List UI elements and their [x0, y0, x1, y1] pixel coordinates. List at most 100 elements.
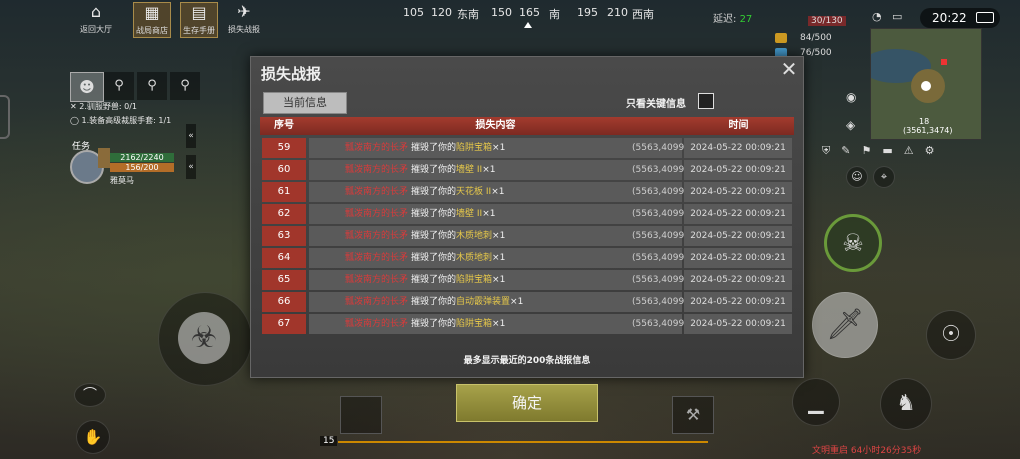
- destroyed-item: 木质地刺: [456, 253, 493, 263]
- loss-report-button[interactable]: ✈ 损失战报: [226, 2, 262, 36]
- player-icon: ☻: [79, 78, 95, 96]
- table-row[interactable]: 59 瓢泼南方的长矛 摧毁了你的陷阱宝箱×1 (5563,4099) 2024-05-2…: [260, 138, 794, 158]
- team-slot-3[interactable]: ⚲: [137, 72, 167, 100]
- latency-label: 延迟:: [713, 14, 737, 25]
- season-restart-timer: 文明重启 64小时26分35秒: [812, 446, 922, 456]
- survival-handbook-button[interactable]: ▤ 生存手册: [180, 2, 218, 38]
- player-name: 雅莫马: [110, 176, 134, 185]
- hp-bar: 2162/2240: [110, 153, 174, 162]
- loss-verb: 摧毁了你的: [411, 231, 457, 241]
- loss-verb: 摧毁了你的: [411, 297, 457, 307]
- table-row[interactable]: 67 瓢泼南方的长矛 摧毁了你的陷阱宝箱×1 (5563,4099) 2024-05-2…: [260, 314, 794, 334]
- compass-marker-icon: [524, 22, 532, 28]
- melee-attack-button[interactable]: 🗡: [812, 292, 878, 358]
- tools-icon[interactable]: ⚒: [672, 396, 714, 434]
- stamina-bar: 156/200: [110, 163, 174, 172]
- tab-current-info[interactable]: 当前信息: [263, 92, 347, 114]
- team-slot-self[interactable]: ☻: [70, 72, 104, 102]
- wifi-icon: ◔: [872, 10, 882, 23]
- loss-description: 摧毁了你的陷阱宝箱×1: [411, 270, 505, 290]
- player-position-icon: [921, 81, 931, 91]
- loss-description: 摧毁了你的陷阱宝箱×1: [411, 138, 505, 158]
- compass-tick: 南: [549, 8, 560, 21]
- biohazard-icon[interactable]: ☣: [178, 312, 230, 364]
- return-lobby-button[interactable]: ⌂ 返回大厅: [78, 2, 114, 36]
- quest-item[interactable]: ◯ 1.装备高级裁服手套: 1/1: [70, 114, 171, 128]
- destroyed-item: 陷阱宝箱: [456, 319, 493, 329]
- quick-tool-row[interactable]: ⛨✎⚑▬⚠⚙: [822, 144, 972, 158]
- emote-icon[interactable]: ✋: [76, 420, 110, 454]
- attacker-name: 瓢泼南方的长矛: [345, 231, 409, 241]
- attacker-name: 瓢泼南方的长矛: [345, 275, 409, 285]
- compass-tick: 150: [491, 6, 512, 19]
- table-row[interactable]: 60 瓢泼南方的长矛 摧毁了你的墙壁 II×1 (5563,4099) 2024-05-…: [260, 160, 794, 180]
- hotbar-slot[interactable]: [340, 396, 382, 434]
- report-limit-note: 最多显示最近的200条战报信息: [463, 356, 591, 366]
- row-number: 63: [262, 226, 306, 246]
- loss-description: 摧毁了你的陷阱宝箱×1: [411, 314, 505, 334]
- table-row[interactable]: 62 瓢泼南方的长矛 摧毁了你的墙壁 II×1 (5563,4099) 2024-05-…: [260, 204, 794, 224]
- compass-bar: 105 120 东南 150 165 南 195 210 西南: [395, 4, 685, 26]
- battle-shop-button[interactable]: ▦ 战局商店: [133, 2, 171, 38]
- loss-coordinates: (5563,4099): [632, 297, 688, 307]
- report-icon: ✈: [237, 2, 251, 21]
- prone-button[interactable]: ▁: [792, 378, 840, 426]
- crouch-action-button[interactable]: ☠: [824, 214, 882, 272]
- item-count: ×1: [492, 275, 506, 285]
- loss-content: 瓢泼南方的长矛 摧毁了你的木质地刺×1 (5563,4099): [309, 226, 688, 246]
- food-icon: [775, 33, 787, 43]
- loss-coordinates: (5563,4099): [632, 187, 688, 197]
- food-value: 84/500: [800, 33, 832, 43]
- loss-report-dialog: 损失战报 ✕ 当前信息 只看关键信息 序号 损失内容 时间 59 瓢泼南方的长矛摧…: [250, 56, 804, 378]
- team-slot-4[interactable]: ⚲: [170, 72, 200, 100]
- whistle-icon[interactable]: ⌒: [74, 383, 106, 407]
- table-row[interactable]: 66 瓢泼南方的长矛 摧毁了你的自动霰弹装置×1 (5563,4099) 2024-05…: [260, 292, 794, 312]
- run-mode-icon[interactable]: ☺: [846, 166, 868, 188]
- confirm-button[interactable]: 确定: [456, 384, 598, 422]
- table-row[interactable]: 61 瓢泼南方的长矛 摧毁了你的天花板 II×1 (5563,4099) 2024-05…: [260, 182, 794, 202]
- add-member-icon: ⚲: [180, 78, 190, 93]
- key-info-only-checkbox[interactable]: [698, 93, 714, 109]
- loss-time: 2024-05-22 00:09:21: [684, 248, 792, 268]
- latency-value: 27: [739, 14, 753, 25]
- device-edge: [0, 95, 10, 139]
- loss-verb: 摧毁了你的: [411, 209, 457, 219]
- quest-text: 1.装备高级裁服手套: 1/1: [81, 116, 172, 125]
- loss-time: 2024-05-22 00:09:21: [684, 226, 792, 246]
- loss-coordinates: (5563,4099): [632, 165, 688, 175]
- collapse-arrow-icon[interactable]: «: [186, 124, 196, 148]
- quest-list[interactable]: ✕ 2.驯服野兽: 0/1 ◯ 1.装备高级裁服手套: 1/1: [70, 100, 171, 128]
- loss-time: 2024-05-22 00:09:21: [684, 138, 792, 158]
- loss-verb: 摧毁了你的: [411, 253, 457, 263]
- loss-coordinates: (5563,4099): [632, 209, 688, 219]
- loss-time: 2024-05-22 00:09:21: [684, 314, 792, 334]
- speaker-icon[interactable]: ◈: [846, 118, 855, 132]
- item-count: ×1: [491, 187, 505, 197]
- table-row[interactable]: 63 瓢泼南方的长矛 摧毁了你的木质地刺×1 (5563,4099) 2024-05-2…: [260, 226, 794, 246]
- experience-bar: [338, 441, 708, 443]
- attacker-name: 瓢泼南方的长矛: [345, 187, 409, 197]
- quest-item[interactable]: ✕ 2.驯服野兽: 0/1: [70, 100, 171, 114]
- compass-tick: 210: [607, 6, 628, 19]
- loss-content: 瓢泼南方的长矛 摧毁了你的天花板 II×1 (5563,4099): [309, 182, 688, 202]
- row-number: 65: [262, 270, 306, 290]
- jump-button[interactable]: ☉: [926, 310, 976, 360]
- row-number: 60: [262, 160, 306, 180]
- destroyed-item: 墙壁 II: [456, 165, 483, 175]
- report-table[interactable]: 59 瓢泼南方的长矛 摧毁了你的陷阱宝箱×1 (5563,4099) 2024-05-2…: [260, 138, 794, 338]
- location-icon[interactable]: ⌖: [873, 166, 895, 188]
- loss-coordinates: (5563,4099): [632, 275, 688, 285]
- equipment-slot-icon[interactable]: [98, 148, 110, 168]
- team-slot-2[interactable]: ⚲: [104, 72, 134, 100]
- microphone-icon[interactable]: ◉: [846, 90, 856, 104]
- attacker-name: 瓢泼南方的长矛: [345, 297, 409, 307]
- collapse-arrow-icon[interactable]: «: [186, 155, 196, 179]
- minimap[interactable]: 18 (3561,3474): [870, 28, 982, 140]
- loss-description: 摧毁了你的木质地刺×1: [411, 248, 505, 268]
- kneel-button[interactable]: ♞: [880, 378, 932, 430]
- table-row[interactable]: 64 瓢泼南方的长矛 摧毁了你的木质地刺×1 (5563,4099) 2024-05-2…: [260, 248, 794, 268]
- close-icon[interactable]: ✕: [779, 59, 799, 79]
- loss-verb: 摧毁了你的: [411, 187, 457, 197]
- table-header: 序号 损失内容 时间: [260, 117, 794, 135]
- table-row[interactable]: 65 瓢泼南方的长矛 摧毁了你的陷阱宝箱×1 (5563,4099) 2024-05-2…: [260, 270, 794, 290]
